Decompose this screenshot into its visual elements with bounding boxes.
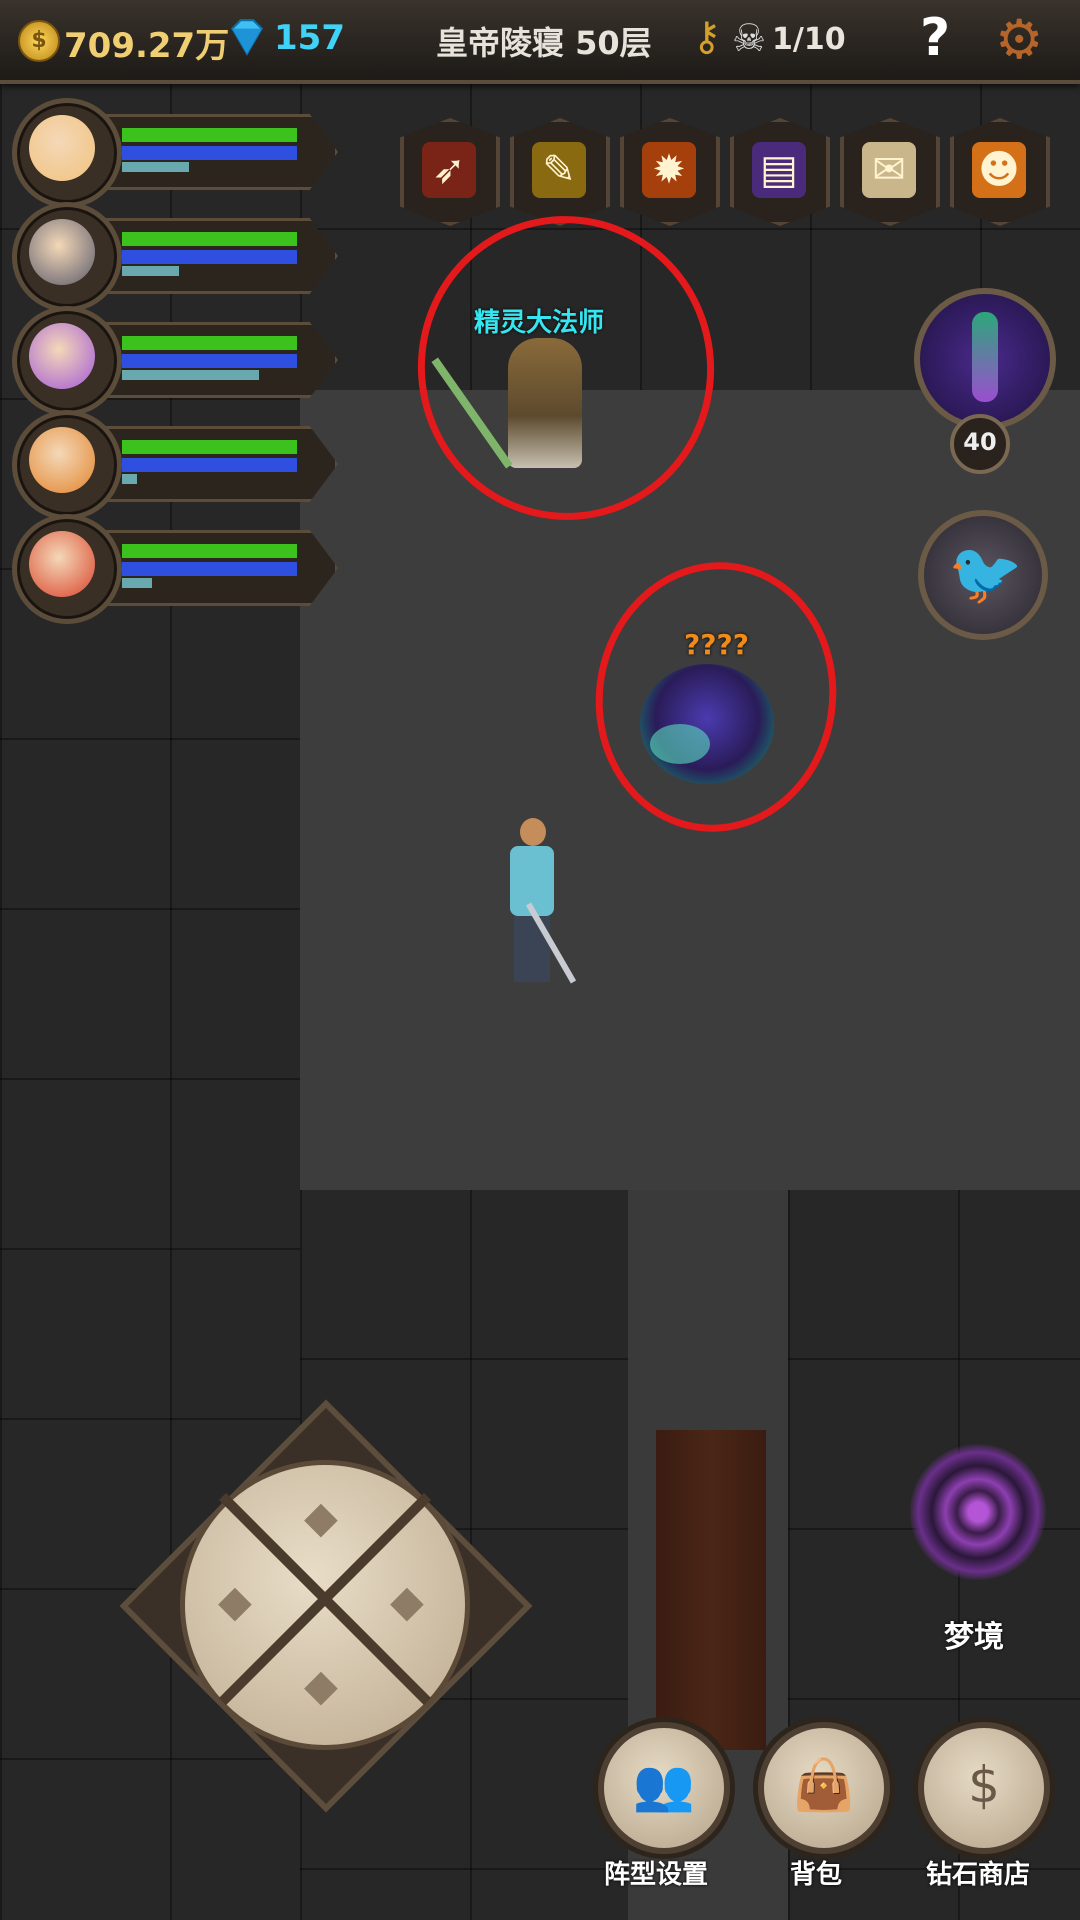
companion-figure [972, 312, 998, 402]
coin-icon: $ [18, 20, 60, 62]
hero-portrait[interactable] [12, 410, 122, 520]
dream-label: 梦境 [944, 1620, 1004, 1655]
scroll-icon: ✉ [862, 142, 916, 198]
kill-counter: 1/10 [772, 22, 846, 57]
hp-bar [122, 128, 297, 142]
mage-npc[interactable] [431, 338, 582, 469]
party-member-2[interactable] [12, 202, 338, 312]
hero-face [29, 427, 95, 493]
game-scene: $ 709.27万 157 皇帝陵寝 50层 ⚷ ☠ 1/10 ? ⚙ ➶ ✎ ✹ ▤… [0, 0, 1080, 1920]
diamond-shop-label: 钻石商店 [926, 1860, 1031, 1890]
mp-bar [122, 146, 297, 160]
help-button[interactable]: ? [920, 8, 950, 68]
companion-level: 40 [963, 428, 997, 456]
mage-name: 精灵大法师 [474, 308, 605, 338]
hero-portrait[interactable] [12, 514, 122, 624]
companion-level-badge: 40 [950, 414, 1010, 474]
skill-slot-1[interactable]: ➶ [400, 118, 500, 226]
skill-slot-6[interactable]: ☻ [950, 118, 1050, 226]
unknown-npc-glow [650, 724, 710, 764]
hero-face [29, 531, 95, 597]
bag-label: 背包 [790, 1860, 843, 1890]
skill-slot-3[interactable]: ✹ [620, 118, 720, 226]
hero-portrait[interactable] [12, 98, 122, 208]
hero-face [29, 115, 95, 181]
spellbook-icon: ▤ [752, 142, 806, 198]
dpad-up-icon[interactable]: ◆ [304, 1492, 338, 1543]
xp-bar [122, 266, 179, 276]
companion-portrait[interactable] [914, 288, 1056, 430]
hp-bar [122, 232, 297, 246]
player-character [504, 818, 577, 988]
gem-icon [230, 19, 264, 56]
dpad-left-icon[interactable]: ◆ [218, 1576, 252, 1627]
formation-button[interactable]: 👥 [598, 1722, 730, 1854]
raven-icon: 🐦 [948, 539, 1023, 609]
dpad[interactable]: ◆ ◆ ◆ ◆ [100, 1380, 540, 1820]
hp-bar [122, 440, 297, 454]
dpad-right-icon[interactable]: ◆ [390, 1576, 424, 1627]
mp-bar [122, 250, 297, 264]
diamond-amount: 157 [274, 18, 345, 58]
party-member-1[interactable] [12, 98, 338, 208]
hero-portrait[interactable] [12, 306, 122, 416]
skill-slot-2[interactable]: ✎ [510, 118, 610, 226]
party-member-5[interactable] [12, 514, 338, 624]
player-head [520, 818, 546, 846]
hp-bar [122, 336, 297, 350]
skull-icon: ☠ [732, 16, 767, 60]
diamond-shop-button[interactable]: $ [918, 1722, 1050, 1854]
beast-portrait[interactable]: 🐦 [918, 510, 1048, 640]
mp-bar [122, 458, 297, 472]
skill-slot-5[interactable]: ✉ [840, 118, 940, 226]
dpad-down-icon[interactable]: ◆ [304, 1660, 338, 1711]
mp-bar [122, 354, 297, 368]
hero-portrait[interactable] [12, 202, 122, 312]
party-member-3[interactable] [12, 306, 338, 416]
hero-face [29, 323, 95, 389]
pumpkin-icon: ☻ [972, 142, 1026, 198]
hero-face [29, 219, 95, 285]
xp-bar [122, 578, 152, 588]
gear-icon[interactable]: ⚙ [995, 8, 1043, 71]
spear-icon: ➶ [422, 142, 476, 198]
dollar-icon: $ [968, 1756, 1000, 1814]
party-member-4[interactable] [12, 410, 338, 520]
unknown-npc-name: ???? [684, 628, 749, 661]
xp-bar [122, 370, 259, 380]
xp-bar [122, 162, 189, 172]
mp-bar [122, 562, 297, 576]
unknown-npc[interactable] [640, 664, 774, 784]
location-title: 皇帝陵寝 50层 [436, 24, 652, 62]
feather-icon: ✎ [532, 142, 586, 198]
hp-bar [122, 544, 297, 558]
skill-slot-4[interactable]: ▤ [730, 118, 830, 226]
formation-label: 阵型设置 [604, 1860, 709, 1890]
fire-orb-icon: ✹ [642, 142, 696, 198]
key-icon: ⚷ [692, 14, 722, 60]
dream-portal-button[interactable] [910, 1444, 1046, 1580]
xp-bar [122, 474, 137, 484]
formation-icon: 👥 [632, 1756, 696, 1814]
wooden-door[interactable] [656, 1430, 766, 1750]
gold-amount: 709.27万 [64, 26, 230, 66]
bag-button[interactable]: 👜 [758, 1722, 890, 1854]
bag-icon: 👜 [792, 1756, 856, 1814]
top-bar: $ 709.27万 157 皇帝陵寝 50层 ⚷ ☠ 1/10 ? ⚙ [0, 0, 1080, 84]
